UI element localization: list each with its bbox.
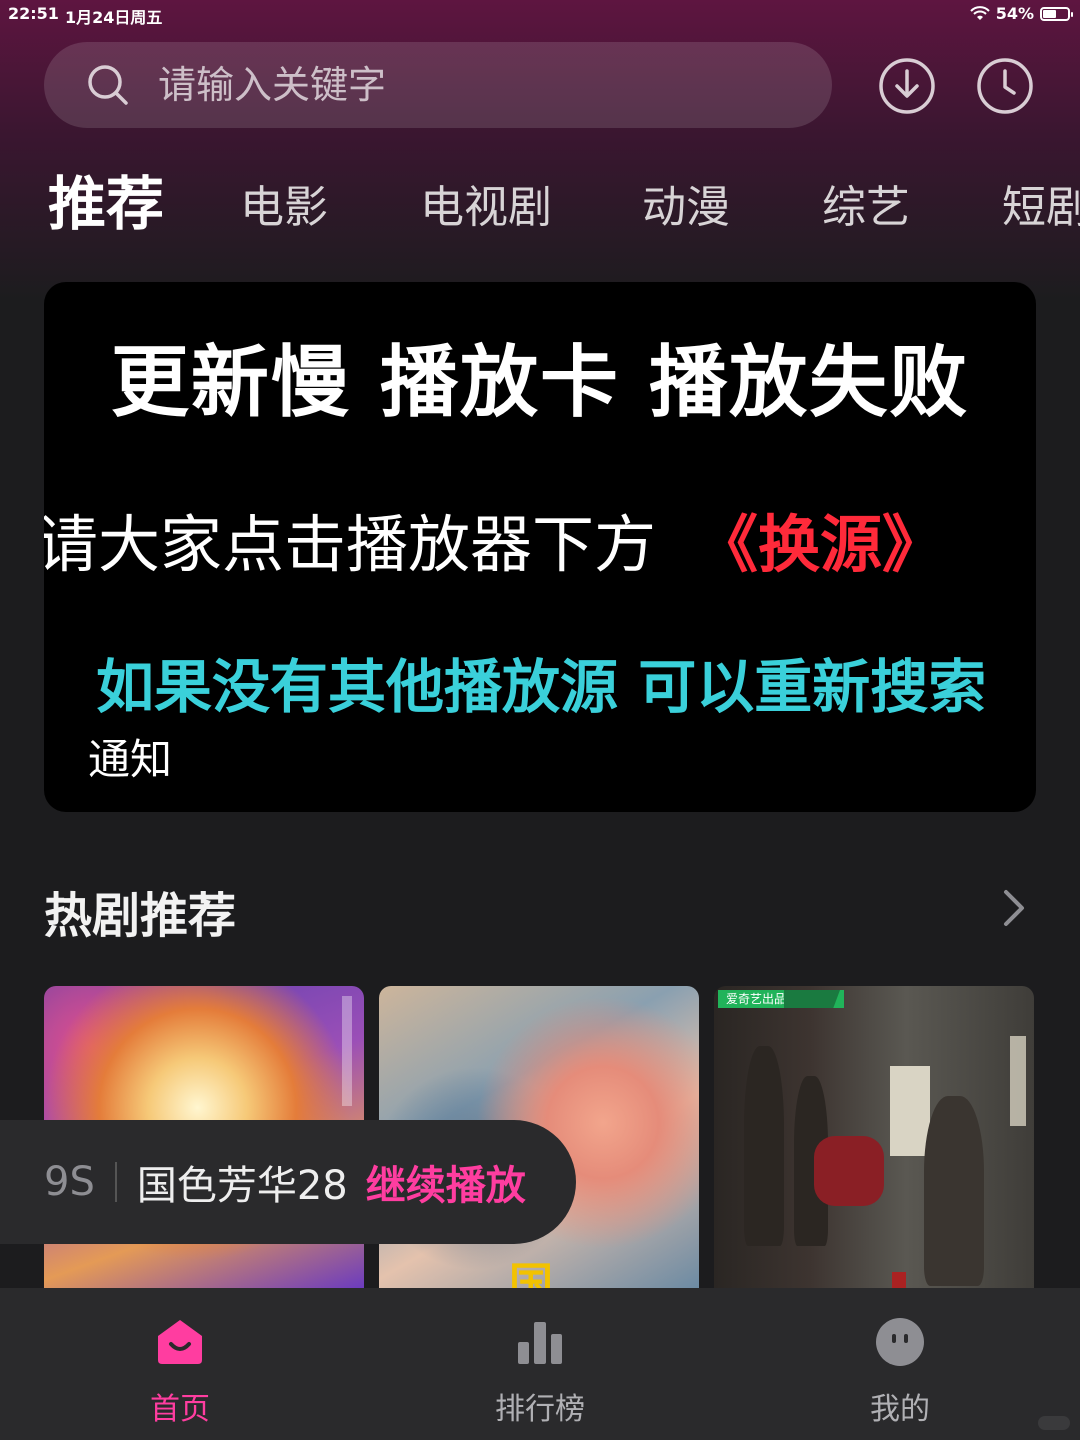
banner-switch-source: 《换源》 — [696, 508, 945, 581]
history-clock-icon[interactable] — [976, 57, 1034, 115]
tab-tv-series[interactable]: 电视剧 — [420, 172, 552, 244]
toast-title: 国色芳华28 — [136, 1163, 348, 1209]
tab-short-drama[interactable]: 短剧 — [1002, 172, 1080, 244]
poster-vertical-text — [1010, 1036, 1026, 1126]
nav-ranking[interactable]: 排行榜 — [440, 1288, 640, 1440]
search-bar[interactable] — [44, 42, 832, 128]
tab-recommend[interactable]: 推荐 — [48, 168, 164, 240]
chevron-right-icon[interactable] — [998, 888, 1030, 928]
home-icon — [158, 1320, 202, 1364]
nav-home[interactable]: 首页 — [80, 1288, 280, 1440]
watermark-logo — [1038, 1416, 1070, 1430]
nav-home-label: 首页 — [150, 1392, 210, 1427]
notice-banner[interactable]: 更新慢 播放卡 播放失败 请大家点击播放器下方 《换源》 如果没有其他播放源 可以… — [44, 282, 1036, 812]
banner-instruction: 请大家点击播放器下方 《换源》 — [44, 494, 944, 584]
banner-caption: 通知 — [88, 735, 173, 784]
ranking-bar-icon — [518, 1322, 562, 1364]
download-icon[interactable] — [878, 57, 936, 115]
nav-profile-label: 我的 — [870, 1392, 930, 1427]
banner-hint: 如果没有其他播放源 可以重新搜索 — [96, 653, 987, 721]
section-title: 热剧推荐 — [44, 888, 237, 944]
poster-doorway — [890, 1066, 930, 1156]
battery-level — [1043, 9, 1056, 18]
tab-variety[interactable]: 综艺 — [822, 172, 910, 244]
poster-rating-mark — [892, 1272, 906, 1288]
status-time: 22:51 — [8, 4, 59, 23]
poster-figure — [924, 1096, 984, 1286]
poster-title-glyph: 国 — [509, 1259, 553, 1290]
tab-anime[interactable]: 动漫 — [642, 172, 730, 244]
profile-face-icon — [876, 1318, 924, 1366]
category-tabs: 推荐 电影 电视剧 动漫 综艺 短剧 — [0, 168, 1080, 244]
poster-card[interactable]: 爱奇艺出品 — [714, 986, 1034, 1290]
toast-countdown: 9S — [44, 1159, 95, 1205]
tab-movie[interactable]: 电影 — [240, 172, 328, 244]
continue-playing-toast[interactable]: 9S 国色芳华28 继续播放 — [0, 1120, 576, 1244]
nav-ranking-label: 排行榜 — [495, 1392, 585, 1427]
status-bar: 22:51 1月24日周五 54% — [0, 0, 1080, 27]
poster-figure — [814, 1136, 884, 1206]
poster-badge-logo — [784, 990, 840, 1008]
nav-profile[interactable]: 我的 — [800, 1288, 1000, 1440]
search-icon — [88, 65, 128, 105]
continue-play-button[interactable]: 继续播放 — [366, 1153, 526, 1211]
bottom-nav: 首页 排行榜 我的 — [0, 1288, 1080, 1440]
status-date: 1月24日周五 — [65, 8, 163, 27]
battery-icon — [1040, 6, 1073, 21]
battery-percent: 54% — [995, 4, 1034, 23]
wifi-icon — [969, 5, 990, 20]
banner-headline: 更新慢 播放卡 播放失败 — [110, 338, 970, 428]
banner-instruction-text: 请大家点击播放器下方 — [44, 508, 657, 581]
search-input[interactable] — [156, 62, 780, 108]
poster-figure — [744, 1046, 784, 1246]
status-indicators: 54% — [969, 4, 1073, 23]
poster-vertical-text — [342, 996, 352, 1106]
toast-divider — [114, 1162, 117, 1202]
